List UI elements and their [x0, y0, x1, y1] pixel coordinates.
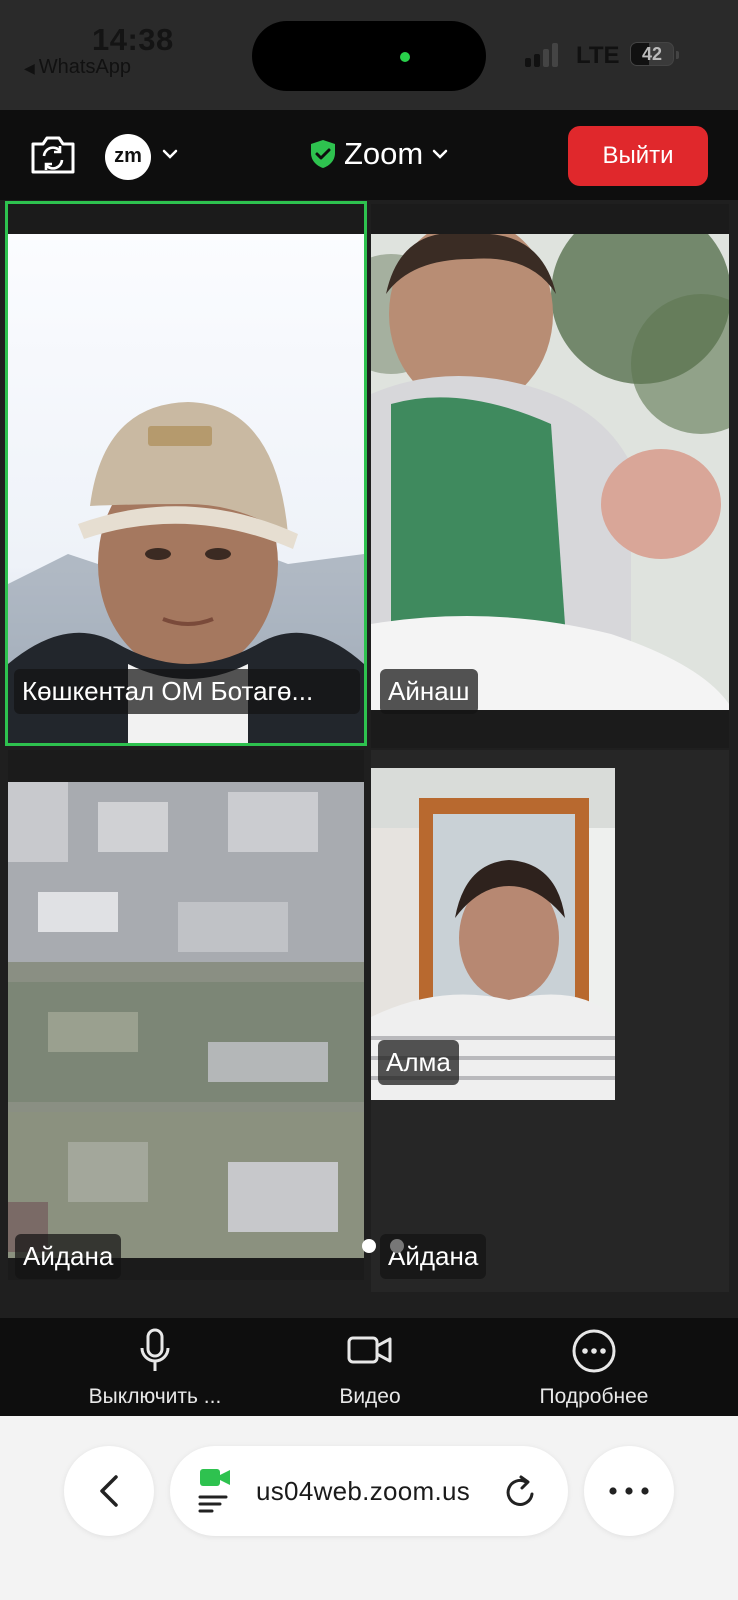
- participant-video: [8, 782, 364, 1258]
- meeting-toolbar: zm Zoom Выйти: [0, 110, 738, 200]
- camera-indicator-icon: [400, 52, 410, 62]
- video-tile[interactable]: Айдана: [8, 750, 364, 1280]
- switch-camera-icon[interactable]: [29, 132, 77, 176]
- address-bar[interactable]: us04web.zoom.us: [170, 1446, 568, 1536]
- meeting-controls: Выключить ... Видео Подробнее: [0, 1318, 738, 1416]
- battery-percent: 42: [641, 44, 663, 64]
- participant-video: [8, 234, 364, 744]
- more-button[interactable]: Подробнее: [524, 1328, 664, 1409]
- zoom-logo-button[interactable]: zm: [105, 134, 151, 180]
- participant-name: Алма: [378, 1040, 459, 1085]
- meeting-title: Zoom: [344, 136, 424, 171]
- chevron-down-icon[interactable]: [160, 144, 180, 164]
- network-type: LTE: [576, 42, 620, 69]
- video-button[interactable]: Видео: [315, 1328, 425, 1409]
- browser-toolbar: us04web.zoom.us: [0, 1416, 738, 1600]
- battery-icon: 42: [630, 42, 679, 66]
- video-tile-active-speaker[interactable]: Көшкентал ОМ Ботагө...: [8, 204, 364, 744]
- chevron-down-icon: [433, 149, 448, 159]
- dynamic-island: [252, 21, 486, 91]
- url-text: us04web.zoom.us: [256, 1476, 471, 1506]
- more-dots-icon: [609, 1487, 649, 1495]
- page-dot-active: [362, 1239, 376, 1253]
- browser-back-button[interactable]: [64, 1446, 154, 1536]
- participant-name: Айнаш: [380, 669, 478, 714]
- back-to-app-link[interactable]: ◀ WhatsApp: [24, 56, 131, 79]
- status-bar: 14:38 ◀ WhatsApp LTE 42: [0, 0, 738, 110]
- battery-nub: [676, 51, 679, 59]
- more-label: Подробнее: [539, 1385, 649, 1408]
- leave-meeting-button[interactable]: Выйти: [568, 126, 708, 186]
- meeting-title-button[interactable]: Zoom: [310, 134, 449, 174]
- reload-icon[interactable]: [504, 1474, 538, 1510]
- back-triangle-icon: ◀: [24, 60, 35, 76]
- mute-label: Выключить ...: [88, 1385, 222, 1408]
- back-app-label: WhatsApp: [38, 56, 132, 78]
- video-tile[interactable]: Алма Айдана: [371, 750, 729, 1292]
- video-tile[interactable]: Айнаш: [371, 204, 729, 748]
- status-time: 14:38: [92, 22, 174, 57]
- shield-check-icon: [311, 140, 335, 168]
- chevron-left-icon: [100, 1475, 118, 1507]
- page-dot: [390, 1239, 404, 1253]
- mute-button[interactable]: Выключить ...: [80, 1328, 230, 1409]
- participant-name: Айдана: [15, 1234, 122, 1279]
- cellular-signal-icon: [525, 43, 561, 67]
- more-options-icon: [572, 1329, 616, 1373]
- browser-more-button[interactable]: [584, 1446, 674, 1536]
- gallery-page-indicator[interactable]: [362, 1239, 412, 1253]
- microphone-icon: [140, 1328, 170, 1371]
- participant-video: [371, 234, 729, 710]
- video-label: Видео: [339, 1385, 401, 1408]
- participant-name: Көшкентал ОМ Ботагө...: [14, 669, 360, 714]
- site-favicon-icon: [198, 1469, 230, 1513]
- video-camera-icon: [347, 1336, 392, 1364]
